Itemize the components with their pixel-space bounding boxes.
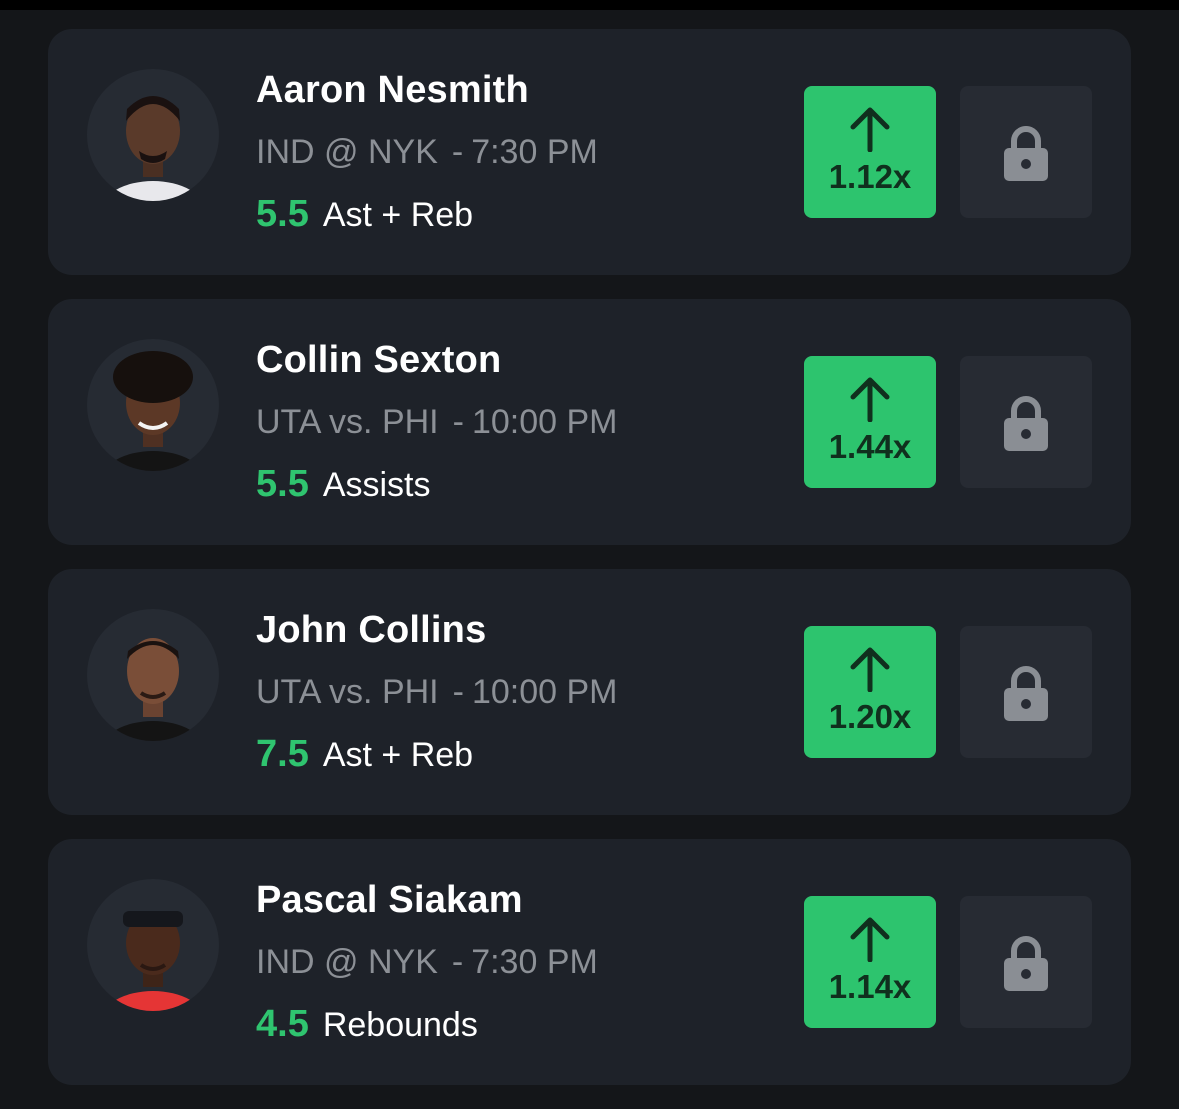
stat-type: Ast + Reb xyxy=(322,736,474,774)
lock-icon xyxy=(1004,396,1048,451)
game-time: 7:30 PM xyxy=(471,943,598,981)
multiplier-label: 1.14x xyxy=(828,968,912,1005)
pick-more-button[interactable]: 1.14x xyxy=(804,896,936,1028)
player-name: John Collins xyxy=(256,609,487,651)
jersey-0 xyxy=(103,181,203,201)
pick-card: John Collins UTA vs. PHI -10:00 PM 7.5 Ast… xyxy=(48,569,1131,815)
arrow-up-icon xyxy=(850,107,890,152)
game-info: IND @ NYK -7:30 PM xyxy=(256,943,598,982)
pick-more-button[interactable]: 1.20x xyxy=(804,626,936,758)
lock-icon xyxy=(1004,666,1048,721)
line-value: 4.5 xyxy=(256,1003,309,1045)
stat-type: Ast + Reb xyxy=(322,196,474,234)
game-time: 7:30 PM xyxy=(471,133,598,171)
arrow-up-icon xyxy=(850,917,890,962)
locked-option-button[interactable] xyxy=(960,896,1092,1028)
matchup-text: UTA vs. PHI xyxy=(256,403,439,441)
pick-card: Aaron Nesmith IND @ NYK -7:30 PM 5.5 Ast +… xyxy=(48,29,1131,275)
game-info: IND @ NYK -7:30 PM xyxy=(256,133,598,172)
lock-icon xyxy=(1004,936,1048,991)
stat-type: Assists xyxy=(322,466,431,504)
separator: - xyxy=(452,673,464,711)
pick-list: Aaron Nesmith IND @ NYK -7:30 PM 5.5 Ast +… xyxy=(48,29,1131,1109)
locked-option-button[interactable] xyxy=(960,356,1092,488)
line-value: 7.5 xyxy=(256,733,309,775)
game-time: 10:00 PM xyxy=(471,673,618,711)
arrow-up-icon xyxy=(850,647,890,692)
top-status-strip xyxy=(0,0,1179,10)
jersey-3 xyxy=(103,991,203,1011)
line-value: 5.5 xyxy=(256,193,309,235)
multiplier-label: 1.20x xyxy=(828,698,912,735)
pick-card: Collin Sexton UTA vs. PHI -10:00 PM 5.5 As… xyxy=(48,299,1131,545)
multiplier-label: 1.12x xyxy=(828,158,912,195)
game-info: UTA vs. PHI -10:00 PM xyxy=(256,673,617,712)
player-name: Aaron Nesmith xyxy=(256,69,529,111)
pick-card: Pascal Siakam IND @ NYK -7:30 PM 4.5 Rebou… xyxy=(48,839,1131,1085)
separator: - xyxy=(452,403,464,441)
jersey-1 xyxy=(103,451,203,471)
multiplier-label: 1.44x xyxy=(828,428,912,465)
pick-more-button[interactable]: 1.44x xyxy=(804,356,936,488)
lock-icon xyxy=(1004,126,1048,181)
pick-more-button[interactable]: 1.12x xyxy=(804,86,936,218)
jersey-2 xyxy=(103,721,203,741)
game-info: UTA vs. PHI -10:00 PM xyxy=(256,403,617,442)
player-avatar xyxy=(87,879,219,1011)
player-avatar xyxy=(87,69,219,201)
locked-option-button[interactable] xyxy=(960,86,1092,218)
projection-line: 5.5 Ast + Reb xyxy=(256,193,473,236)
player-avatar xyxy=(87,339,219,471)
matchup-text: IND @ NYK xyxy=(256,943,438,981)
arrow-up-icon xyxy=(850,377,890,422)
projection-line: 5.5 Assists xyxy=(256,463,431,506)
projection-line: 4.5 Rebounds xyxy=(256,1003,478,1046)
matchup-text: IND @ NYK xyxy=(256,133,438,171)
player-avatar xyxy=(87,609,219,741)
game-time: 10:00 PM xyxy=(471,403,618,441)
player-name: Collin Sexton xyxy=(256,339,502,381)
line-value: 5.5 xyxy=(256,463,309,505)
separator: - xyxy=(451,943,464,981)
locked-option-button[interactable] xyxy=(960,626,1092,758)
stat-type: Rebounds xyxy=(322,1006,478,1044)
matchup-text: UTA vs. PHI xyxy=(256,673,439,711)
separator: - xyxy=(451,133,464,171)
player-name: Pascal Siakam xyxy=(256,879,523,921)
projection-line: 7.5 Ast + Reb xyxy=(256,733,473,776)
